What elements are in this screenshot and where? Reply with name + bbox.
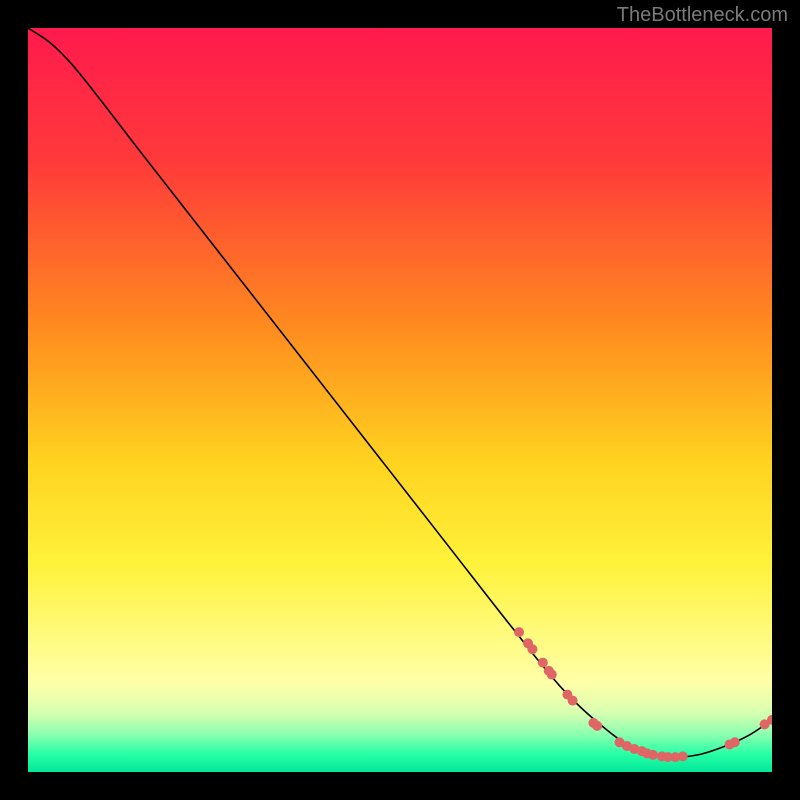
curve-layer — [28, 28, 772, 772]
data-marker — [678, 751, 688, 761]
bottleneck-curve — [28, 28, 772, 757]
data-marker — [547, 670, 557, 680]
data-marker — [514, 627, 524, 637]
data-marker — [568, 696, 578, 706]
data-marker — [730, 737, 740, 747]
data-marker — [538, 658, 548, 668]
data-marker — [527, 644, 537, 654]
data-marker — [592, 721, 602, 731]
plot-area — [28, 28, 772, 772]
attribution-text: TheBottleneck.com — [617, 4, 788, 27]
marker-group — [514, 627, 772, 762]
data-marker — [648, 750, 658, 760]
